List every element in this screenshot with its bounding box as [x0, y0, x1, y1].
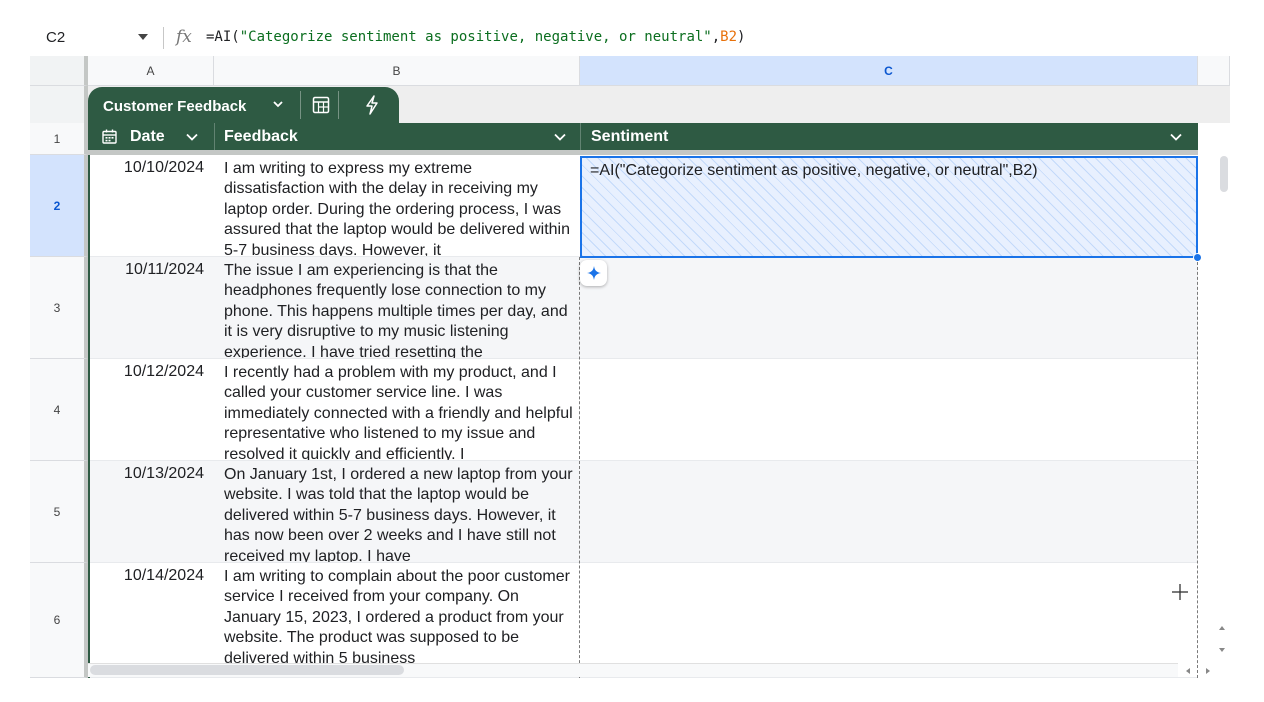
header-feedback[interactable]: Feedback [224, 123, 298, 150]
formula-cell-ref: B2 [720, 29, 738, 45]
row-header-tab-spacer [30, 86, 88, 123]
formula-comma: , [711, 29, 721, 45]
lightning-icon[interactable] [364, 95, 380, 115]
table-row: 10/12/2024 I recently had a problem with… [90, 359, 1198, 461]
cell-feedback[interactable]: I am writing to express my extreme dissa… [224, 159, 574, 256]
formula-string: "Categorize sentiment as positive, negat… [239, 29, 712, 45]
fill-handle[interactable] [1193, 253, 1202, 262]
divider [580, 123, 581, 150]
formula-bar: C2 fx =AI("Categorize sentiment as posit… [0, 22, 1264, 54]
table-row: 10/11/2024 The issue I am experiencing i… [90, 257, 1198, 359]
row-header-4[interactable]: 4 [30, 359, 88, 461]
column-header-b[interactable]: B [214, 56, 580, 86]
vertical-scrollbar-thumb[interactable] [1220, 156, 1228, 192]
chevron-down-icon[interactable] [554, 133, 566, 141]
formula-prefix: =AI( [206, 29, 240, 45]
column-header-a[interactable]: A [88, 56, 214, 86]
cell-feedback[interactable]: I am writing to complain about the poor … [224, 567, 574, 669]
row-header-6[interactable]: 6 [30, 563, 88, 678]
chevron-down-icon[interactable] [273, 99, 283, 109]
fill-range-border [579, 257, 580, 678]
chevron-down-icon[interactable] [186, 133, 198, 141]
header-date[interactable]: Date [130, 123, 165, 150]
column-header-d[interactable] [1198, 56, 1230, 86]
scroll-up-arrow-icon[interactable] [1219, 626, 1225, 630]
cell-date[interactable]: 10/13/2024 [90, 465, 204, 483]
divider [214, 123, 215, 150]
row-header-1[interactable]: 1 [30, 123, 88, 155]
table-tab[interactable]: Customer Feedback [88, 87, 399, 123]
column-header-c[interactable]: C [580, 56, 1198, 86]
table-header-row: Date Feedback Sentiment [88, 123, 1198, 150]
cell-feedback[interactable]: The issue I am experiencing is that the … [224, 261, 574, 358]
table-name[interactable]: Customer Feedback [103, 98, 246, 115]
chevron-down-icon[interactable] [1170, 133, 1182, 141]
row-header-5[interactable]: 5 [30, 461, 88, 563]
scroll-right-arrow-icon[interactable] [1206, 668, 1210, 674]
cell-date[interactable]: 10/12/2024 [90, 363, 204, 381]
cell-sentiment[interactable]: =AI("Categorize sentiment as positive, n… [590, 162, 1038, 180]
scroll-down-arrow-icon[interactable] [1219, 648, 1225, 652]
cell-date[interactable]: 10/11/2024 [90, 261, 204, 279]
name-box[interactable]: C2 [46, 29, 65, 46]
fx-icon: fx [176, 27, 192, 47]
ai-assist-button[interactable] [580, 260, 607, 286]
divider [163, 27, 164, 49]
table-row: 10/13/2024 On January 1st, I ordered a n… [90, 461, 1198, 563]
formula-suffix: ) [737, 29, 746, 45]
cell-date[interactable]: 10/14/2024 [90, 567, 204, 585]
fill-range-border [1197, 257, 1198, 678]
formula-input[interactable]: =AI("Categorize sentiment as positive, n… [206, 29, 745, 45]
chevron-down-icon[interactable] [138, 34, 148, 40]
divider [338, 91, 339, 119]
table-row: 10/14/2024 I am writing to complain abou… [90, 563, 1198, 678]
sparkle-icon [586, 266, 601, 280]
plus-icon [1172, 584, 1188, 600]
row-header-2[interactable]: 2 [30, 155, 88, 257]
cell-feedback[interactable]: On January 1st, I ordered a new laptop f… [224, 465, 574, 562]
spreadsheet-grid[interactable]: A B C 1 2 3 4 5 6 Customer Feedback Date… [30, 56, 1230, 678]
cell-date[interactable]: 10/10/2024 [90, 159, 204, 177]
horizontal-scrollbar-thumb[interactable] [90, 665, 404, 675]
row-header-3[interactable]: 3 [30, 257, 88, 359]
scroll-left-arrow-icon[interactable] [1186, 668, 1190, 674]
cell-feedback[interactable]: I recently had a problem with my product… [224, 363, 574, 460]
calendar-icon [102, 129, 117, 144]
divider [300, 91, 301, 119]
selected-cell-c2[interactable]: =AI("Categorize sentiment as positive, n… [580, 156, 1198, 258]
select-all-corner[interactable] [30, 56, 88, 86]
calculator-icon[interactable] [312, 96, 330, 114]
header-sentiment[interactable]: Sentiment [591, 123, 668, 150]
